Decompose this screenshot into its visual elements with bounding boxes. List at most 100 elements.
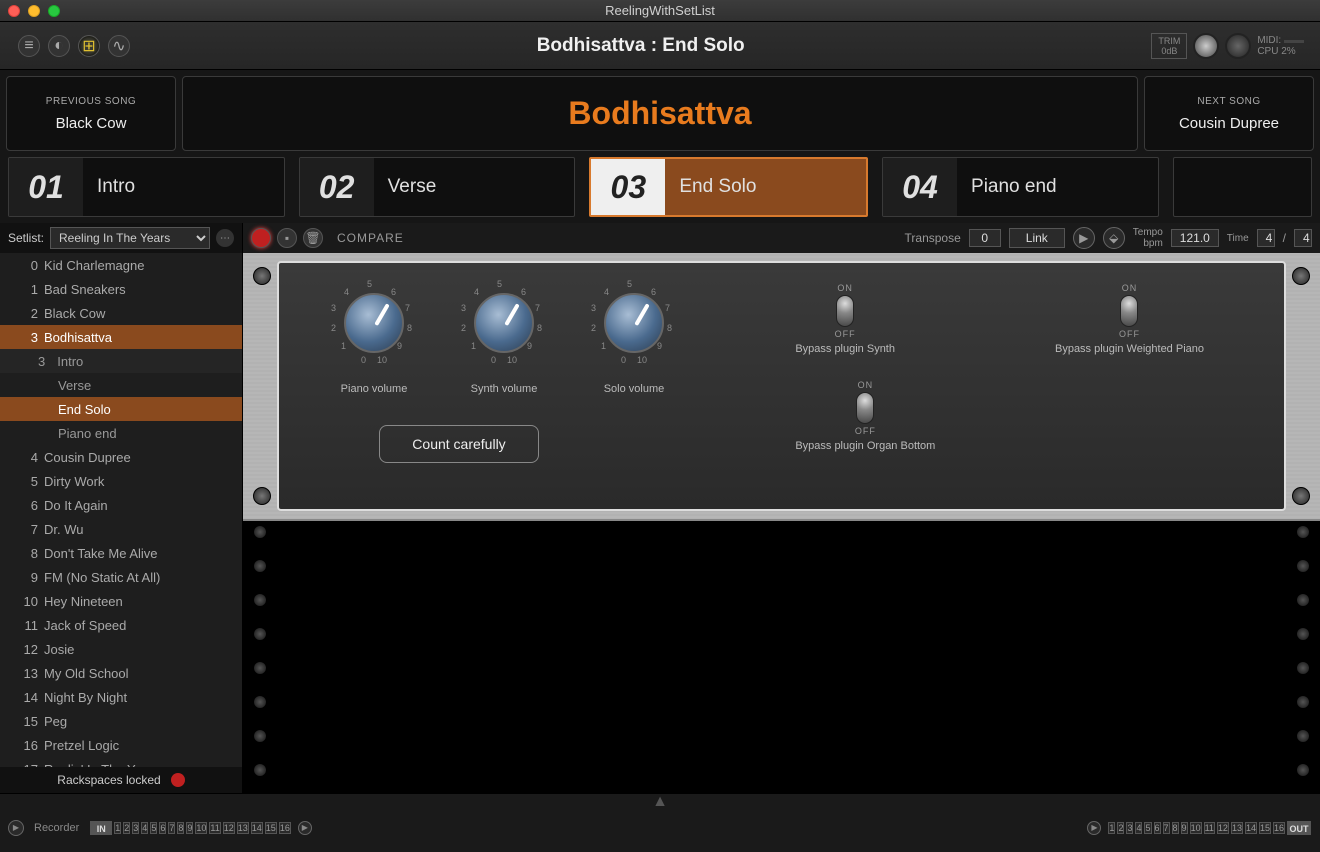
save-icon[interactable]: ▪ [277, 228, 297, 248]
channel-4[interactable]: 4 [141, 822, 148, 834]
bpm-value[interactable]: 121.0 [1171, 229, 1219, 247]
record-button[interactable] [251, 228, 271, 248]
song-row[interactable]: 10Hey Nineteen [0, 589, 242, 613]
channel-5[interactable]: 5 [1144, 822, 1151, 834]
channel-14[interactable]: 14 [1245, 822, 1257, 834]
header-bar: ≡ ◐ ⊞ ∿ Bodhisattva : End Solo TRIM 0dB … [0, 22, 1320, 70]
part-verse[interactable]: 02Verse [299, 157, 576, 217]
channel-9[interactable]: 9 [186, 822, 193, 834]
setlist-options-icon[interactable]: ⋯ [216, 229, 234, 247]
maximize-icon[interactable] [48, 5, 60, 17]
channel-5[interactable]: 5 [150, 822, 157, 834]
song-row[interactable]: 11Jack of Speed [0, 613, 242, 637]
song-row[interactable]: 16Pretzel Logic [0, 733, 242, 757]
grid-view-icon[interactable]: ⊞ [78, 35, 100, 57]
channel-13[interactable]: 13 [1231, 822, 1243, 834]
compare-label[interactable]: COMPARE [337, 231, 404, 245]
channel-7[interactable]: 7 [1163, 822, 1170, 834]
tuner-icon[interactable]: ◐ [48, 35, 70, 57]
channel-1[interactable]: 1 [1108, 822, 1115, 834]
trim-dial[interactable] [1193, 33, 1219, 59]
note-button[interactable]: Count carefully [379, 425, 539, 463]
channel-16[interactable]: 16 [1273, 822, 1285, 834]
channel-13[interactable]: 13 [237, 822, 249, 834]
knob-synth-volume[interactable]: 012345678910 Synth volume [459, 283, 549, 395]
channel-11[interactable]: 11 [209, 822, 220, 834]
song-list[interactable]: 0Kid Charlemagne1Bad Sneakers2Black Cow3… [0, 253, 242, 767]
channel-4[interactable]: 4 [1135, 822, 1142, 834]
song-row[interactable]: 2Black Cow [0, 301, 242, 325]
channel-2[interactable]: 2 [123, 822, 130, 834]
part-end-solo[interactable]: 03End Solo [589, 157, 868, 217]
play-button[interactable]: ▶ [1073, 227, 1095, 249]
song-row[interactable]: 14Night By Night [0, 685, 242, 709]
song-row[interactable]: 7Dr. Wu [0, 517, 242, 541]
rack-screw-icon [253, 559, 267, 573]
channel-15[interactable]: 15 [265, 822, 277, 834]
knob-piano-volume[interactable]: 012345678910 Piano volume [329, 283, 419, 395]
song-row[interactable]: 12Josie [0, 637, 242, 661]
close-icon[interactable] [8, 5, 20, 17]
metronome-icon[interactable]: ⬙ [1103, 227, 1125, 249]
channel-6[interactable]: 6 [159, 822, 166, 834]
waveform-icon[interactable]: ∿ [108, 35, 130, 57]
song-part-row[interactable]: End Solo [0, 397, 242, 421]
channel-16[interactable]: 16 [279, 822, 291, 834]
song-row[interactable]: 4Cousin Dupree [0, 445, 242, 469]
song-row[interactable]: 5Dirty Work [0, 469, 242, 493]
knob-solo-volume[interactable]: 012345678910 Solo volume [589, 283, 679, 395]
song-part-row[interactable]: Verse [0, 373, 242, 397]
switch-bypass-synth[interactable]: ONOFF Bypass plugin Synth [795, 283, 895, 355]
song-row[interactable]: 13My Old School [0, 661, 242, 685]
channel-10[interactable]: 10 [195, 822, 207, 834]
song-row[interactable]: 17Reelin' In The Years [0, 757, 242, 767]
trash-icon[interactable]: 🗑 [303, 228, 323, 248]
recorder-play-button[interactable]: ▶ [8, 820, 24, 836]
time-denom[interactable]: 4 [1294, 229, 1312, 247]
midi-play-icon[interactable]: ▶ [298, 821, 312, 835]
song-row[interactable]: 3Bodhisattva [0, 325, 242, 349]
channel-12[interactable]: 12 [1217, 822, 1229, 834]
time-num[interactable]: 4 [1257, 229, 1275, 247]
switch-bypass-organ-bottom[interactable]: ONOFF Bypass plugin Organ Bottom [795, 380, 935, 452]
part-piano-end[interactable]: 04Piano end [882, 157, 1159, 217]
channel-2[interactable]: 2 [1117, 822, 1124, 834]
transpose-value[interactable]: 0 [969, 229, 1001, 247]
song-row[interactable]: 0Kid Charlemagne [0, 253, 242, 277]
channel-6[interactable]: 6 [1154, 822, 1161, 834]
part-intro[interactable]: 01Intro [8, 157, 285, 217]
channel-8[interactable]: 8 [1172, 822, 1179, 834]
song-part-row[interactable]: Piano end [0, 421, 242, 445]
song-row[interactable]: 1Bad Sneakers [0, 277, 242, 301]
channel-14[interactable]: 14 [251, 822, 263, 834]
lock-icon[interactable] [171, 773, 185, 787]
out-label[interactable]: OUT [1287, 821, 1311, 835]
song-part-row[interactable]: 3Intro [0, 349, 242, 373]
song-row[interactable]: 8Don't Take Me Alive [0, 541, 242, 565]
minimize-icon[interactable] [28, 5, 40, 17]
setlist-select[interactable]: Reeling In The Years [50, 227, 210, 249]
view-meters-icon[interactable]: ≡ [18, 35, 40, 57]
channel-15[interactable]: 15 [1259, 822, 1271, 834]
part-empty[interactable] [1173, 157, 1312, 217]
channel-3[interactable]: 3 [132, 822, 139, 834]
channel-10[interactable]: 10 [1190, 822, 1202, 834]
channel-9[interactable]: 9 [1181, 822, 1188, 834]
next-song-button[interactable]: NEXT SONG Cousin Dupree [1144, 76, 1314, 151]
song-row[interactable]: 15Peg [0, 709, 242, 733]
channel-1[interactable]: 1 [114, 822, 121, 834]
previous-song-button[interactable]: PREVIOUS SONG Black Cow [6, 76, 176, 151]
channel-7[interactable]: 7 [168, 822, 175, 834]
channel-8[interactable]: 8 [177, 822, 184, 834]
panic-button[interactable] [1225, 33, 1251, 59]
channel-11[interactable]: 11 [1204, 822, 1215, 834]
switch-bypass-weighted-piano[interactable]: ONOFF Bypass plugin Weighted Piano [1055, 283, 1204, 355]
midi-play-icon-right[interactable]: ▶ [1087, 821, 1101, 835]
song-row[interactable]: 6Do It Again [0, 493, 242, 517]
in-label[interactable]: IN [90, 821, 112, 835]
channel-12[interactable]: 12 [223, 822, 235, 834]
link-button[interactable]: Link [1009, 228, 1065, 248]
channel-3[interactable]: 3 [1126, 822, 1133, 834]
song-row[interactable]: 9FM (No Static At All) [0, 565, 242, 589]
drawer-handle-icon[interactable]: ▲ [0, 794, 1320, 810]
